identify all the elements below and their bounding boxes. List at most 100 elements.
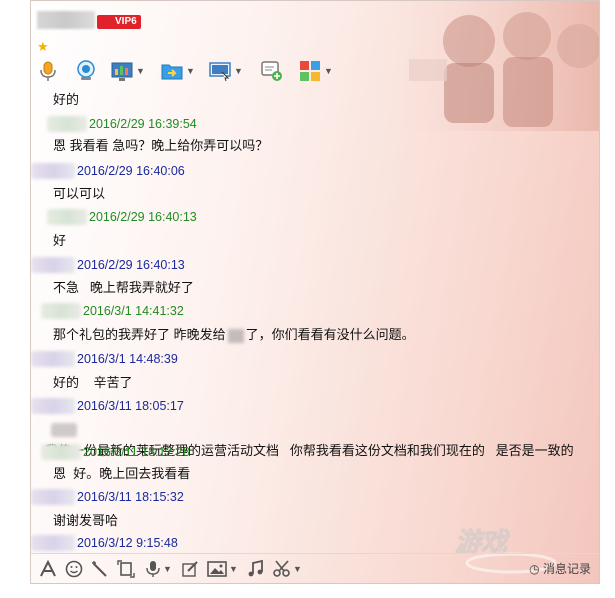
folder-arrow-icon [161, 64, 183, 80]
emoji-button[interactable] [65, 558, 83, 580]
message-body: 好的 辛苦了 [53, 375, 133, 390]
message-timestamp: 2016/3/11 18:15:32 [77, 490, 184, 504]
star-icon[interactable]: ★ [37, 39, 49, 55]
chevron-down-icon[interactable]: ▼ [163, 564, 172, 574]
message-body-part: 了，你们看看有没什么问题。 [245, 327, 415, 342]
redacted-name [51, 422, 77, 437]
remote-assist-button[interactable]: ▼ [111, 57, 145, 85]
music-note-icon [248, 560, 263, 577]
font-button[interactable] [39, 558, 57, 580]
redacted-name [227, 328, 244, 343]
message-body: 可以可以 [53, 186, 106, 201]
create-discussion-button[interactable] [261, 57, 283, 85]
chevron-down-icon[interactable]: ▼ [234, 66, 243, 76]
sender-name-redacted[interactable] [31, 489, 75, 505]
message-meta: 2016/2/29 16:39:54 [31, 113, 591, 135]
chevron-down-icon[interactable]: ▼ [136, 66, 145, 76]
message-text: 恩 好。晚上回去我看看 [31, 463, 591, 485]
message-history[interactable]: 好的 2016/2/29 16:39:54 恩 我看看 急吗？晚上给你弄可以吗？… [31, 87, 599, 553]
voice-call-button[interactable] [37, 57, 59, 85]
message-timestamp: 2016/3/1 14:41:32 [83, 304, 184, 318]
image-icon [207, 561, 227, 577]
sender-name-redacted[interactable] [31, 351, 75, 367]
message-body: 好的 [53, 92, 80, 107]
microphone-icon [146, 561, 160, 577]
message-timestamp: 2016/2/29 16:40:13 [77, 258, 185, 272]
message-timestamp: 2016/2/29 16:40:13 [89, 210, 197, 224]
screenshot-icon [117, 560, 135, 578]
message-meta: 2016/3/11 18:12:28 [31, 441, 591, 463]
message-text: 好 [31, 230, 591, 252]
screen-share-button[interactable]: ▼ [209, 57, 243, 85]
sender-name-redacted[interactable] [31, 398, 75, 414]
monitor-chart-icon [111, 62, 133, 81]
screen-capture-button[interactable]: ▼ [273, 558, 302, 580]
clock-icon: ◷ [529, 562, 540, 576]
message-meta: 2016/2/29 16:40:06 [31, 160, 591, 182]
chat-header: ♛ VIP6 ★ [31, 1, 599, 87]
voice-message-button[interactable]: ▼ [145, 558, 172, 580]
screen-share-icon [209, 62, 231, 82]
sender-name-redacted[interactable] [31, 257, 75, 273]
chevron-down-icon[interactable]: ▼ [229, 564, 238, 574]
chat-window: ♛ VIP6 ★ [30, 0, 600, 584]
chevron-down-icon[interactable]: ▼ [186, 66, 195, 76]
message-meta: 2016/2/29 16:40:13 [31, 206, 591, 228]
message-timestamp: 2016/2/29 16:39:54 [89, 117, 197, 131]
message-body: 不急 晚上帮我弄就好了 [53, 280, 194, 295]
message-timestamp: 2016/3/11 18:12:28 [83, 445, 190, 459]
message-text: 那个礼包的我弄好了 昨晚发给 了，你们看看有没什么问题。 [31, 324, 591, 346]
sender-name-redacted[interactable] [47, 116, 87, 132]
message-body: 那个礼包的我弄好了 昨晚发给 了，你们看看有没什么问题。 [31, 327, 415, 343]
message-text: 可以可以 [31, 183, 591, 205]
message-text: 好的 [31, 89, 591, 111]
message-body: 恩 我看看 急吗？晚上给你弄可以吗？ [53, 138, 269, 153]
apps-grid-icon [300, 61, 320, 81]
message-meta: 2016/3/1 14:48:39 [31, 348, 591, 370]
message-timestamp: 2016/2/29 16:40:06 [77, 164, 185, 178]
message-body: 好 [53, 233, 67, 248]
contact-name-redacted[interactable] [37, 11, 95, 29]
chat-add-icon [261, 61, 282, 81]
message-meta: 2016/3/1 14:41:32 [31, 300, 591, 322]
vip-badge[interactable]: VIP6 [97, 15, 141, 29]
video-call-button[interactable] [75, 57, 97, 85]
edit-pencil-icon [182, 561, 198, 577]
message-timestamp: 2016/3/1 14:48:39 [77, 352, 178, 366]
send-file-button[interactable]: ▼ [161, 57, 195, 85]
webcam-icon [77, 60, 95, 80]
send-image-button[interactable]: ▼ [207, 558, 238, 580]
message-text: 好的 辛苦了 [31, 372, 591, 394]
smiley-icon [65, 560, 83, 578]
message-body-part: 那个礼包的我弄好了 昨晚发给 [53, 327, 226, 342]
message-text: 恩 我看看 急吗？晚上给你弄可以吗？ [31, 135, 591, 157]
magic-expression-button[interactable] [91, 558, 109, 580]
message-meta: 2016/3/11 18:05:17 [31, 395, 591, 417]
chevron-down-icon[interactable]: ▼ [293, 564, 302, 574]
message-text: 我传一份最新的莱玩整理的运营活动文档 你帮我看看这份文档和我们现在的 是否是一致… [31, 418, 591, 458]
chevron-down-icon[interactable]: ▼ [324, 66, 333, 76]
music-button[interactable] [247, 558, 265, 580]
scissors-icon [273, 560, 290, 577]
sender-name-redacted[interactable] [31, 163, 75, 179]
apps-button[interactable]: ▼ [299, 57, 333, 85]
sender-name-redacted[interactable] [31, 535, 75, 551]
sender-name-redacted[interactable] [41, 303, 81, 319]
message-timestamp: 2016/3/12 9:15:48 [77, 536, 178, 550]
message-body: 恩 好。晚上回去我看看 [53, 466, 191, 481]
font-icon [40, 560, 56, 577]
sender-name-redacted[interactable] [41, 444, 81, 460]
chat-toolbar: ▼ ▼ ▼ ▼ [31, 57, 351, 87]
magic-wand-icon [92, 561, 107, 577]
screenshot-button[interactable] [117, 558, 135, 580]
message-body: 谢谢发哥哈 [53, 513, 119, 528]
sender-name-redacted[interactable] [47, 209, 87, 225]
message-history-label: 消息记录 [542, 562, 591, 576]
message-history-button[interactable]: ◷ 消息记录 [529, 560, 591, 577]
message-meta: 2016/3/11 18:15:32 [31, 486, 591, 508]
message-timestamp: 2016/3/11 18:05:17 [77, 399, 184, 413]
microphone-icon [40, 61, 56, 81]
message-meta: 2016/2/29 16:40:13 [31, 254, 591, 276]
input-toolbar: ▼ ▼ ▼ ◷ 消息记录 [31, 553, 599, 583]
edit-button[interactable] [181, 558, 199, 580]
